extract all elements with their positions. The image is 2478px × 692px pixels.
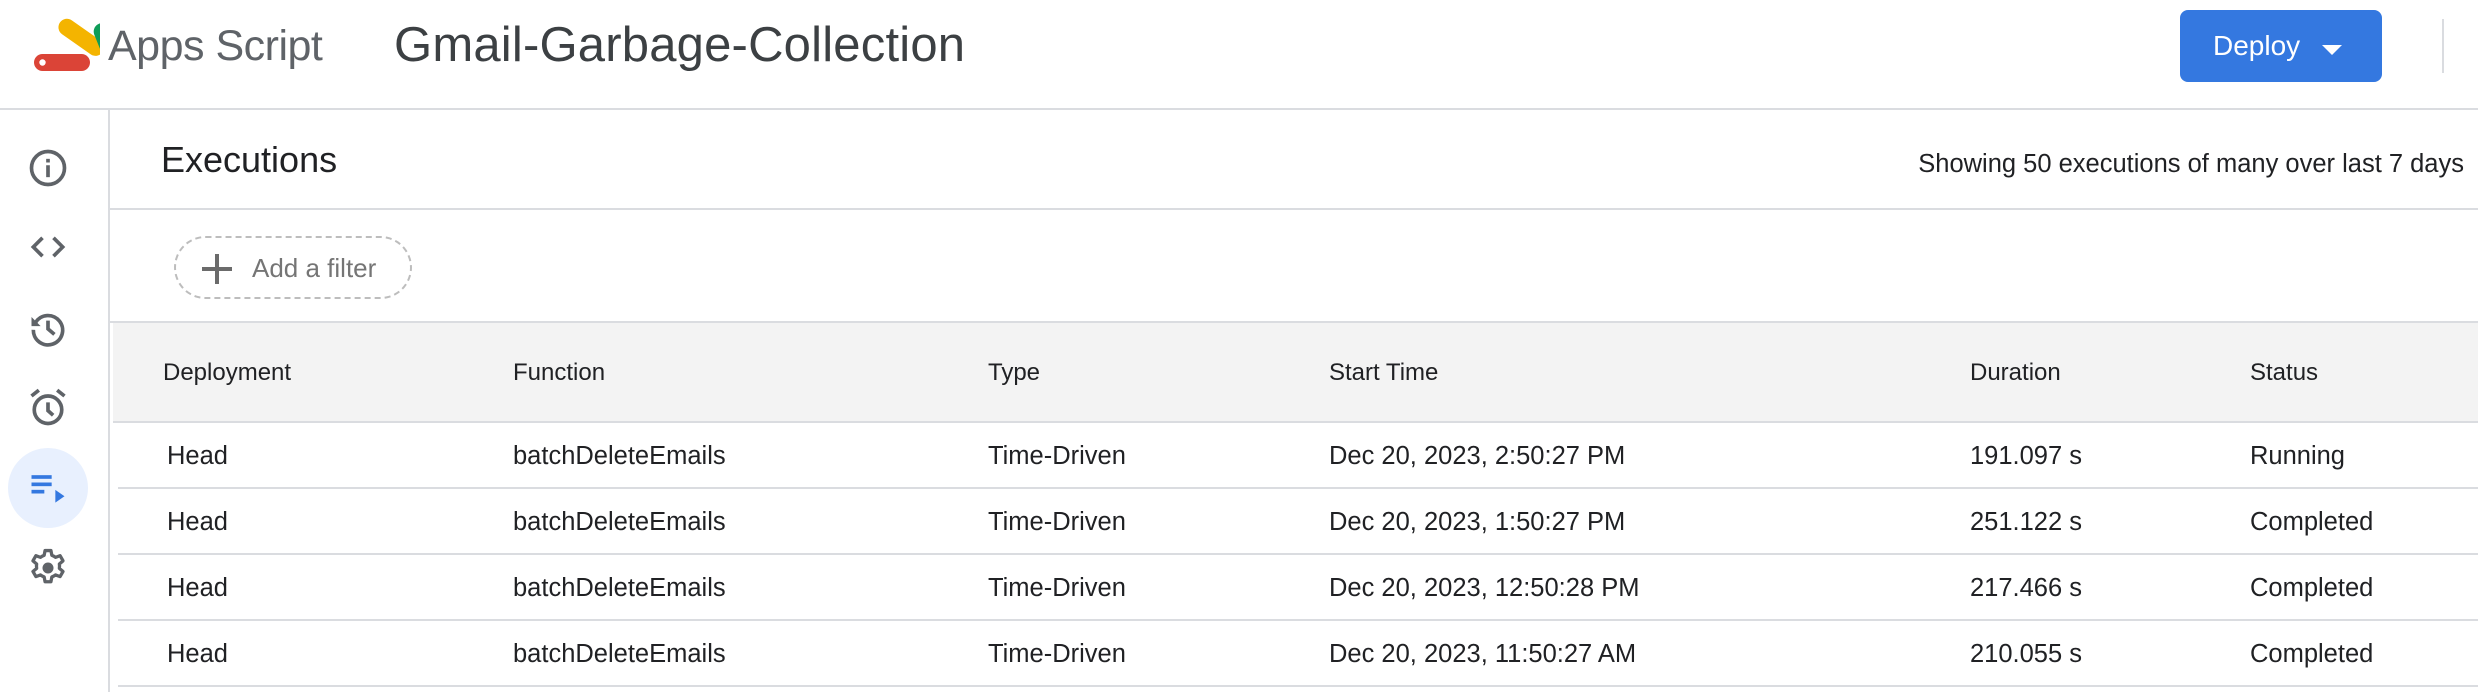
cell-duration: 217.466 s [1970,574,2083,602]
table-row[interactable]: Head batchDeleteEmails Time-Driven Dec 2… [118,555,2478,621]
toolbar-divider [2442,19,2444,73]
cell-function: batchDeleteEmails [513,574,726,602]
add-filter-button[interactable]: Add a filter [174,236,412,299]
cell-type: Time-Driven [988,574,1126,602]
chevron-down-icon [2322,45,2342,55]
table-row[interactable]: Head batchDeleteEmails Time-Driven Dec 2… [118,489,2478,555]
app-name: Apps Script [108,22,323,70]
cell-deployment: Head [167,574,228,602]
apps-script-logo-icon[interactable] [30,14,100,74]
cell-duration: 191.097 s [1970,442,2083,470]
table-row[interactable]: Head batchDeleteEmails Time-Driven Dec 2… [118,621,2478,687]
main-content: Executions Showing 50 executions of many… [110,110,2478,692]
cell-start-time: Dec 20, 2023, 1:50:27 PM [1329,508,1626,536]
info-icon [29,149,67,187]
sidebar-item-triggers[interactable] [8,367,88,447]
cell-duration: 251.122 s [1970,508,2083,536]
column-header-function[interactable]: Function [513,356,605,390]
cell-type: Time-Driven [988,508,1126,536]
cell-function: batchDeleteEmails [513,640,726,668]
executions-icon [31,475,65,503]
history-icon [31,313,65,347]
code-icon [30,236,66,258]
column-header-start-time[interactable]: Start Time [1329,356,1438,390]
executions-summary: Showing 50 executions of many over last … [1918,150,2464,178]
cell-status: Completed [2250,508,2374,536]
add-filter-label: Add a filter [252,253,377,283]
cell-deployment: Head [167,508,228,536]
cell-type: Time-Driven [988,442,1126,470]
cell-status: Completed [2250,574,2374,602]
cell-start-time: Dec 20, 2023, 11:50:27 AM [1329,640,1637,668]
cell-function: batchDeleteEmails [513,508,726,536]
cell-duration: 210.055 s [1970,640,2083,668]
cell-type: Time-Driven [988,640,1126,668]
deploy-button[interactable]: Deploy [2180,10,2382,82]
sidebar-item-project-settings[interactable] [8,528,88,608]
project-title[interactable]: Gmail-Garbage-Collection [394,14,965,76]
executions-header: Executions Showing 50 executions of many… [110,110,2478,210]
sidebar [0,110,110,692]
sidebar-item-editor[interactable] [8,207,88,287]
cell-status: Running [2250,442,2345,470]
executions-table: Deployment Function Type Start Time Dura… [113,323,2478,687]
gear-icon [31,548,65,584]
sidebar-item-executions[interactable] [8,448,88,528]
column-header-deployment[interactable]: Deployment [163,356,291,390]
deploy-button-label: Deploy [2213,30,2301,61]
column-header-type[interactable]: Type [988,356,1040,390]
top-bar: Apps Script Gmail-Garbage-Collection Dep… [0,0,2478,110]
cell-start-time: Dec 20, 2023, 12:50:28 PM [1329,574,1640,602]
page-title: Executions [161,139,338,180]
table-row[interactable]: Head batchDeleteEmails Time-Driven Dec 2… [118,423,2478,489]
column-header-status[interactable]: Status [2250,356,2318,390]
plus-icon [202,254,232,284]
cell-status: Completed [2250,640,2374,668]
alarm-clock-icon [30,388,66,426]
cell-start-time: Dec 20, 2023, 2:50:27 PM [1329,442,1626,470]
cell-deployment: Head [167,640,228,668]
filter-bar: Add a filter [110,210,2478,323]
sidebar-item-overview[interactable] [8,128,88,208]
column-header-duration[interactable]: Duration [1970,356,2061,390]
cell-function: batchDeleteEmails [513,442,726,470]
cell-deployment: Head [167,442,228,470]
sidebar-item-project-history[interactable] [8,288,88,368]
table-header: Deployment Function Type Start Time Dura… [113,323,2478,423]
